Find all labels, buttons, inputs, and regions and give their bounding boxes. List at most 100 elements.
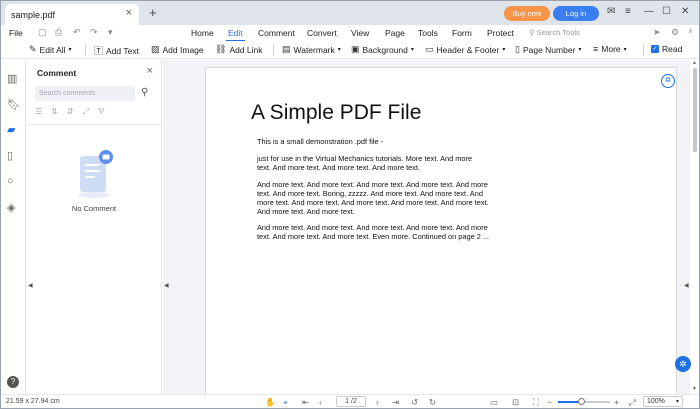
divider <box>643 44 644 56</box>
edit-all-button[interactable]: ✎ Edit All ▾ <box>29 44 72 55</box>
previous-page-icon[interactable]: ‹ <box>319 397 322 407</box>
menu-comment[interactable]: Comment <box>258 28 295 38</box>
buy-now-button[interactable]: Buy now <box>504 6 550 21</box>
edit-toolbar: ✎ Edit All ▾ 🅃 Add Text ▨ Add Image ⛓ Add Lin… <box>1 41 699 59</box>
search-tools-field[interactable]: ⚲ Search Tools <box>529 28 580 37</box>
left-sidebar: ▥ 🔖︎ ▰ ▯ ○ ◈ ? <box>1 60 26 394</box>
watermark-icon: ▤ <box>282 44 291 54</box>
share-icon[interactable]: ➤ <box>653 27 661 38</box>
scroll-down-icon[interactable]: ▼ <box>692 386 697 392</box>
pdf-text-line: text. And more text. And more text. Even… <box>257 232 490 241</box>
first-page-icon[interactable]: ⇤ <box>302 397 309 408</box>
document-viewport[interactable]: A Simple PDF File This is a small demons… <box>163 60 690 397</box>
fit-width-icon[interactable]: ⊡ <box>512 397 519 408</box>
vertical-scrollbar[interactable]: ▲ ▼ <box>691 60 699 394</box>
chevron-down-icon: ▾ <box>337 47 341 53</box>
file-menu[interactable]: File <box>9 28 23 38</box>
thumbnails-icon[interactable]: ▥ <box>7 72 17 85</box>
menu-view[interactable]: View <box>351 28 369 38</box>
search-comments-input[interactable] <box>35 86 135 101</box>
help-icon[interactable]: ? <box>7 376 19 388</box>
last-page-icon[interactable]: ⇥ <box>392 397 399 408</box>
select-tool-icon[interactable]: ⌖ <box>283 397 288 408</box>
close-panel-icon[interactable]: × <box>147 65 153 77</box>
assistant-icon[interactable]: ✲ <box>675 356 691 372</box>
header-footer-button[interactable]: ▭ Header & Footer ▾ <box>425 44 505 55</box>
next-page-icon[interactable]: › <box>376 397 379 407</box>
filter-icon[interactable]: ⛛ <box>98 107 105 117</box>
rotate-right-icon[interactable]: ↻ <box>429 397 436 408</box>
settings-icon[interactable]: ⚙ <box>671 27 679 38</box>
zoom-slider-handle[interactable] <box>577 398 585 405</box>
search-icon[interactable]: ⚲ <box>141 87 148 98</box>
attachment-icon[interactable]: ▯ <box>7 149 13 162</box>
collapse-panel-icon[interactable]: ◀ <box>28 282 33 289</box>
zoom-out-icon[interactable]: − <box>547 397 552 407</box>
chevron-down-icon: ▾ <box>675 399 679 405</box>
document-tab[interactable]: sample.pdf × <box>5 4 139 25</box>
header-footer-icon: ▭ <box>425 44 434 54</box>
pdf-heading: A Simple PDF File <box>251 101 422 124</box>
expand-icon[interactable]: ⤢ <box>83 107 89 117</box>
new-tab-icon[interactable]: + <box>149 5 157 20</box>
menu-icon[interactable]: ≡ <box>625 6 631 17</box>
layers-icon[interactable]: ◈ <box>7 201 15 214</box>
comment-icon[interactable]: ▰ <box>7 123 15 136</box>
chevron-down-icon: ▾ <box>68 47 72 53</box>
link-icon: ⛓ <box>215 44 227 54</box>
print-icon[interactable]: ⎙ <box>55 27 62 38</box>
minimize-icon[interactable]: — <box>644 6 654 17</box>
expand-panel-icon[interactable]: ◀ <box>164 282 169 289</box>
watermark-button[interactable]: ▤ Watermark ▾ <box>282 44 341 55</box>
page-number-button[interactable]: ▯ Page Number ▾ <box>515 44 581 55</box>
zoom-slider[interactable] <box>558 398 610 405</box>
collapse-right-icon[interactable]: ◀ <box>684 282 689 289</box>
login-button[interactable]: Log in <box>553 6 599 21</box>
zoom-in-icon[interactable]: + <box>614 397 619 407</box>
menu-edit[interactable]: Edit <box>226 28 245 42</box>
search-icon[interactable]: ○ <box>7 175 14 187</box>
add-image-button[interactable]: ▨ Add Image <box>151 44 204 55</box>
menu-home[interactable]: Home <box>191 28 214 38</box>
comment-filter-row: ☰ ⇅ ⇵ ⤢ ⛛ <box>35 107 105 117</box>
menu-form[interactable]: Form <box>452 28 472 38</box>
chevron-down-icon: ▾ <box>410 47 414 53</box>
watermark-label: Watermark <box>293 44 335 55</box>
page-layout-icon[interactable]: ▭ <box>490 397 498 408</box>
image-icon: ▨ <box>151 44 160 54</box>
add-text-button[interactable]: 🅃 Add Text <box>94 44 139 57</box>
undo-icon[interactable]: ↶ <box>73 27 81 38</box>
message-icon[interactable]: ✉ <box>607 6 615 17</box>
menu-convert[interactable]: Convert <box>307 28 337 38</box>
menu-tools[interactable]: Tools <box>418 28 438 38</box>
background-icon: ▣ <box>351 44 360 54</box>
ai-tools-icon[interactable]: ⧉ <box>661 74 675 88</box>
scrollbar-thumb[interactable] <box>693 68 697 152</box>
bookmark-icon[interactable]: 🔖︎ <box>7 98 21 111</box>
menu-protect[interactable]: Protect <box>487 28 514 38</box>
background-button[interactable]: ▣ Background ▾ <box>351 44 414 55</box>
fit-page-icon[interactable]: ⛶ <box>533 397 539 408</box>
scroll-up-icon[interactable]: ▲ <box>692 60 697 66</box>
read-checkbox[interactable]: ✓ Read <box>651 44 682 54</box>
add-link-button[interactable]: ⛓ Add Link <box>215 44 263 55</box>
fullscreen-icon[interactable]: ⤢ <box>629 397 636 408</box>
close-tab-icon[interactable]: × <box>126 7 132 19</box>
close-window-icon[interactable]: ✕ <box>681 6 689 17</box>
zoom-level-select[interactable]: 100% ▾ <box>643 396 683 407</box>
maximize-icon[interactable]: ☐ <box>662 6 671 17</box>
collapse-ribbon-icon[interactable]: ∧ <box>688 27 693 35</box>
save-icon[interactable]: ▢ <box>38 27 47 38</box>
sort-alt-icon[interactable]: ⇵ <box>67 107 74 117</box>
hand-tool-icon[interactable]: ✋ <box>265 397 276 408</box>
rotate-left-icon[interactable]: ↺ <box>411 397 418 408</box>
customize-icon[interactable]: ▾ <box>108 27 113 38</box>
redo-icon[interactable]: ↷ <box>90 27 98 38</box>
page-number-input[interactable]: 1 /2 <box>336 396 366 407</box>
list-icon[interactable]: ☰ <box>35 107 42 117</box>
sort-icon[interactable]: ⇅ <box>51 107 58 117</box>
menu-page[interactable]: Page <box>385 28 405 38</box>
status-bar: 21.59 x 27.94 cm ✋ ⌖ ⇤ ‹ 1 /2 › ⇥ ↺ ↻ ▭ … <box>1 394 699 408</box>
comment-panel: Comment × ⚲ ☰ ⇅ ⇵ ⤢ ⛛ No Comment ◀ <box>27 60 162 394</box>
more-button[interactable]: ≡ More ▾ <box>593 44 627 54</box>
